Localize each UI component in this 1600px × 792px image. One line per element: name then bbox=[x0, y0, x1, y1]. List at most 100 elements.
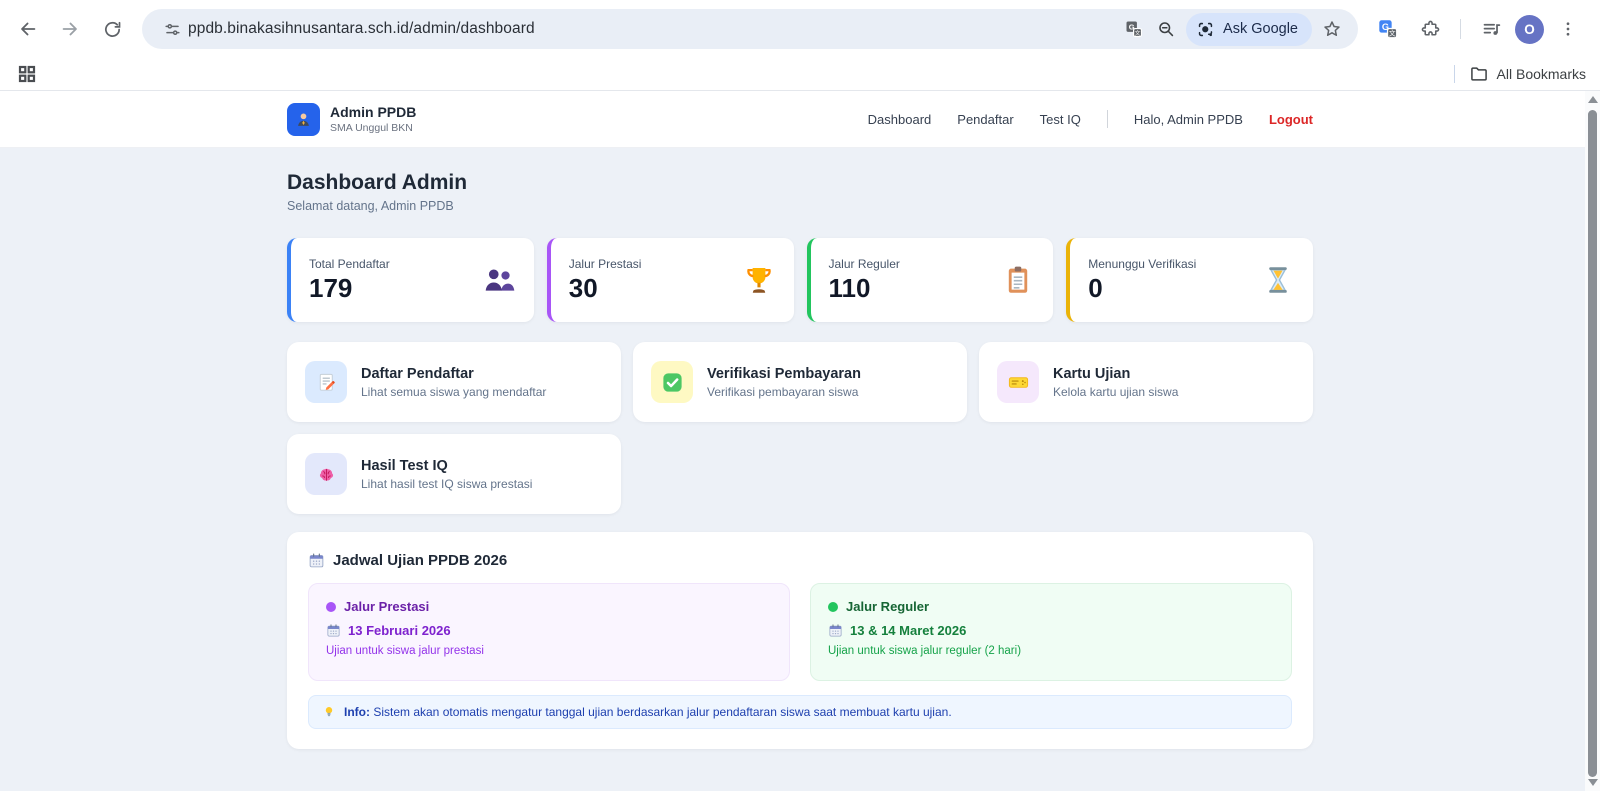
nav-separator bbox=[1106, 110, 1108, 128]
page-subtitle: Selamat datang, Admin PPDB bbox=[287, 199, 454, 213]
stat-value: 179 bbox=[309, 273, 353, 304]
track-jalur-prestasi: Jalur Prestasi 13 Februari 2026 Ujian un… bbox=[308, 583, 790, 681]
zoom-out-icon bbox=[1159, 22, 1174, 37]
stat-value: 30 bbox=[568, 273, 598, 304]
action-desc: Verifikasi pembayaran siswa bbox=[707, 384, 859, 399]
bookmarks-separator bbox=[1453, 65, 1455, 83]
site-settings-icon bbox=[164, 23, 180, 35]
extensions-button[interactable] bbox=[1412, 11, 1448, 47]
page-viewport: Admin PPDB SMA Unggul BKN Dashboard Pend… bbox=[0, 91, 1600, 791]
stat-label: Menunggu Verifikasi bbox=[1088, 257, 1197, 272]
apps-grid-button[interactable] bbox=[12, 61, 42, 87]
action-title: Daftar Pendaftar bbox=[361, 365, 474, 382]
track-date: 13 Februari 2026 bbox=[348, 623, 451, 638]
check-icon bbox=[662, 372, 682, 392]
all-bookmarks-label: All Bookmarks bbox=[1496, 66, 1586, 82]
action-icon-box bbox=[305, 361, 347, 403]
url-bar[interactable]: ppdb.binakasihnusantara.sch.id/admin/das… bbox=[142, 9, 1358, 49]
stat-label: Jalur Reguler bbox=[828, 257, 900, 272]
bookmark-star-icon bbox=[1324, 21, 1340, 36]
playlist-icon bbox=[1483, 23, 1500, 35]
schedule-tracks: Jalur Prestasi 13 Februari 2026 Ujian un… bbox=[308, 583, 1292, 681]
brand-subtitle: SMA Unggul BKN bbox=[330, 121, 413, 134]
profile-avatar[interactable]: O bbox=[1515, 14, 1544, 44]
translate-extension-button[interactable]: G文 bbox=[1370, 11, 1406, 47]
action-icon-box bbox=[651, 361, 693, 403]
nav-test-iq[interactable]: Test IQ bbox=[1040, 112, 1081, 127]
lens-icon bbox=[1198, 22, 1213, 36]
stat-menunggu-verifikasi: Menunggu Verifikasi 0 bbox=[1066, 238, 1313, 322]
action-desc: Lihat hasil test IQ siswa prestasi bbox=[361, 476, 533, 491]
playlist-button[interactable] bbox=[1473, 11, 1509, 47]
apps-grid-icon bbox=[18, 65, 36, 83]
translate-page-icon: G文 bbox=[1126, 21, 1143, 38]
user-greeting: Halo, Admin PPDB bbox=[1133, 111, 1243, 127]
track-name: Jalur Prestasi bbox=[344, 599, 430, 614]
trophy-icon bbox=[746, 267, 771, 293]
browser-menu-button[interactable] bbox=[1550, 11, 1586, 47]
stat-jalur-prestasi: Jalur Prestasi 30 bbox=[546, 238, 794, 322]
zoom-out-button[interactable] bbox=[1150, 13, 1182, 45]
nav-pendaftar[interactable]: Pendaftar bbox=[957, 112, 1013, 127]
brain-icon bbox=[319, 468, 333, 481]
back-button[interactable] bbox=[10, 11, 46, 47]
scrollbar-thumb[interactable] bbox=[1588, 110, 1597, 777]
stat-value: 110 bbox=[828, 273, 871, 304]
brand-title: Admin PPDB bbox=[330, 104, 417, 121]
page-scrollbar[interactable] bbox=[1585, 91, 1600, 791]
brand-logo bbox=[287, 102, 320, 136]
schedule-heading-label: Jadwal Ujian PPDB 2026 bbox=[333, 552, 508, 569]
action-desc: Lihat semua siswa yang mendaftar bbox=[361, 384, 547, 399]
extensions-icon bbox=[1421, 20, 1439, 36]
logout-button[interactable]: Logout bbox=[1269, 112, 1313, 127]
browser-toolbar: ppdb.binakasihnusantara.sch.id/admin/das… bbox=[0, 0, 1600, 58]
bulb-icon bbox=[325, 707, 333, 717]
action-kartu-ujian[interactable]: Kartu Ujian Kelola kartu ujian siswa bbox=[979, 342, 1313, 422]
kebab-menu-icon bbox=[1566, 22, 1570, 36]
action-desc: Kelola kartu ujian siswa bbox=[1053, 384, 1179, 399]
stat-label: Total Pendaftar bbox=[309, 257, 390, 272]
schedule-card: Jadwal Ujian PPDB 2026 Jalur Prestasi 13… bbox=[287, 532, 1313, 749]
page-title: Dashboard Admin bbox=[287, 171, 468, 194]
action-title: Hasil Test IQ bbox=[361, 457, 448, 474]
nav-dashboard[interactable]: Dashboard bbox=[868, 112, 932, 127]
action-verifikasi-pembayaran[interactable]: Verifikasi Pembayaran Verifikasi pembaya… bbox=[633, 342, 967, 422]
action-icon-box bbox=[997, 361, 1039, 403]
svg-text:文: 文 bbox=[1135, 29, 1141, 37]
brand: Admin PPDB SMA Unggul BKN bbox=[287, 102, 417, 136]
info-text: Sistem akan otomatis mengatur tanggal uj… bbox=[373, 705, 952, 719]
main-nav: Dashboard Pendaftar Test IQ Halo, Admin … bbox=[868, 110, 1313, 128]
info-bar: Info: Sistem akan otomatis mengatur tang… bbox=[308, 695, 1292, 729]
calendar-icon bbox=[327, 624, 340, 637]
back-icon bbox=[21, 22, 36, 36]
all-bookmarks-button[interactable]: All Bookmarks bbox=[1469, 64, 1586, 84]
bookmark-star-button[interactable] bbox=[1316, 13, 1348, 45]
action-hasil-test-iq[interactable]: Hasil Test IQ Lihat hasil test IQ siswa … bbox=[287, 434, 621, 514]
office-worker-icon bbox=[298, 112, 309, 126]
ask-google-label: Ask Google bbox=[1223, 21, 1298, 37]
action-title: Kartu Ujian bbox=[1053, 365, 1131, 382]
site-settings-button[interactable] bbox=[156, 13, 188, 45]
toolbar-separator bbox=[1460, 19, 1461, 39]
stat-value: 0 bbox=[1088, 273, 1103, 304]
calendar-icon bbox=[829, 624, 842, 637]
scrollbar-up-arrow[interactable] bbox=[1587, 96, 1598, 103]
ticket-icon bbox=[1008, 376, 1028, 388]
action-daftar-pendaftar[interactable]: Daftar Pendaftar Lihat semua siswa yang … bbox=[287, 342, 621, 422]
reload-button[interactable] bbox=[94, 11, 130, 47]
site-header: Admin PPDB SMA Unggul BKN Dashboard Pend… bbox=[0, 91, 1600, 148]
ask-google-button[interactable]: Ask Google bbox=[1186, 12, 1312, 46]
green-dot-icon bbox=[828, 601, 838, 612]
hourglass-icon bbox=[1269, 267, 1287, 293]
action-title: Verifikasi Pembayaran bbox=[707, 365, 861, 382]
url-text[interactable]: ppdb.binakasihnusantara.sch.id/admin/das… bbox=[188, 20, 1118, 38]
track-date: 13 & 14 Maret 2026 bbox=[850, 623, 967, 638]
scrollbar-down-arrow[interactable] bbox=[1587, 779, 1598, 786]
action-icon-box bbox=[305, 453, 347, 495]
translate-page-button[interactable]: G文 bbox=[1118, 13, 1150, 45]
forward-icon bbox=[62, 22, 77, 36]
info-label: Info: bbox=[344, 705, 374, 719]
track-desc: Ujian untuk siswa jalur prestasi bbox=[326, 645, 484, 657]
forward-button[interactable] bbox=[52, 11, 88, 47]
stat-total-pendaftar: Total Pendaftar 179 bbox=[287, 238, 534, 322]
